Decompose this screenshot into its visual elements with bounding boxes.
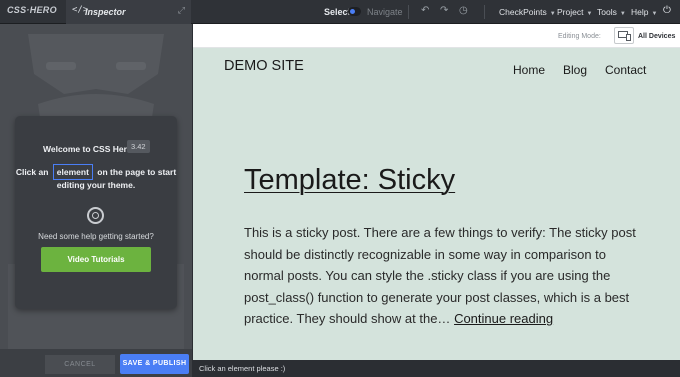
toolbar-divider	[408, 5, 409, 19]
menu-project[interactable]: Project ▼	[557, 7, 592, 17]
welcome-title: Welcome to CSS Hero	[43, 144, 133, 154]
phone-shape	[626, 34, 631, 41]
mode-toggle[interactable]	[348, 7, 361, 16]
lifebuoy-icon	[87, 207, 104, 224]
navigate-mode-label[interactable]: Navigate	[367, 7, 403, 17]
site-title[interactable]: DEMO SITE	[224, 58, 304, 74]
menu-tools-label: Tools	[597, 7, 617, 17]
chevron-down-icon: ▼	[586, 11, 593, 17]
menu-help[interactable]: Help ▼	[631, 7, 657, 17]
left-panel: Welcome to CSS Hero 3.42 Click an elemen…	[0, 24, 192, 377]
status-message: Click an element please :)	[199, 364, 286, 373]
post-excerpt-text: This is a sticky post. There are a few t…	[244, 225, 636, 326]
panel-footer: CANCEL SAVE & PUBLISH	[0, 349, 192, 377]
instruction-line-1: Click an element on the page to start	[15, 164, 177, 180]
editing-mode-label: Editing Mode:	[558, 33, 601, 40]
expand-icon[interactable]: ⤢	[178, 5, 185, 16]
status-bar: Click an element please :)	[193, 360, 680, 377]
element-highlight: element	[52, 164, 93, 180]
welcome-card: Welcome to CSS Hero 3.42 Click an elemen…	[15, 116, 177, 309]
history-icon[interactable]: ◷	[459, 5, 468, 16]
toggle-knob	[350, 9, 355, 14]
app-logo: CSS·HERO	[7, 5, 57, 15]
select-mode-label[interactable]: Select	[324, 7, 351, 17]
post-title[interactable]: Template: Sticky	[244, 164, 455, 197]
site-preview[interactable]: Editing Mode: All Devices DEMO SITE Home…	[193, 24, 680, 360]
chevron-down-icon: ▼	[619, 11, 626, 17]
instruction-line-2: editing your theme.	[56, 180, 136, 190]
menu-checkpoints[interactable]: CheckPoints ▼	[499, 7, 556, 17]
instruction-before: Click an	[15, 167, 49, 177]
nav-contact[interactable]: Contact	[605, 63, 646, 77]
post-excerpt[interactable]: This is a sticky post. There are a few t…	[244, 222, 636, 330]
continue-reading-link[interactable]: Continue reading	[454, 311, 553, 326]
menu-tools[interactable]: Tools ▼	[597, 7, 626, 17]
video-tutorials-button[interactable]: Video Tutorials	[41, 247, 151, 272]
instruction-after: on the page to start	[97, 167, 177, 177]
save-publish-button[interactable]: SAVE & PUBLISH	[120, 354, 189, 374]
nav-home[interactable]: Home	[513, 63, 545, 77]
help-text: Need some help getting started?	[38, 232, 154, 241]
power-icon[interactable]: ⏻	[663, 5, 671, 16]
cancel-button[interactable]: CANCEL	[45, 355, 115, 374]
editing-mode-bar: Editing Mode: All Devices	[193, 24, 680, 48]
menu-help-label: Help	[631, 7, 649, 17]
menu-checkpoints-label: CheckPoints	[499, 7, 547, 17]
chevron-down-icon: ▼	[651, 11, 658, 17]
inspector-tab-label: Inspector	[85, 7, 126, 17]
tab-inspector[interactable]: </> Inspector ⤢	[66, 0, 191, 24]
top-toolbar: CSS·HERO </> Inspector ⤢ Select Navigate…	[0, 0, 680, 24]
toolbar-divider	[484, 5, 485, 19]
chevron-down-icon: ▼	[549, 11, 556, 17]
menu-project-label: Project	[557, 7, 584, 17]
device-selector[interactable]: All Devices	[638, 33, 675, 40]
devices-icon[interactable]	[614, 27, 634, 44]
undo-icon[interactable]: ↶	[421, 5, 429, 16]
redo-icon[interactable]: ↷	[440, 5, 448, 16]
lifebuoy-inner	[92, 212, 99, 219]
nav-blog[interactable]: Blog	[563, 63, 587, 77]
version-badge: 3.42	[127, 140, 150, 153]
